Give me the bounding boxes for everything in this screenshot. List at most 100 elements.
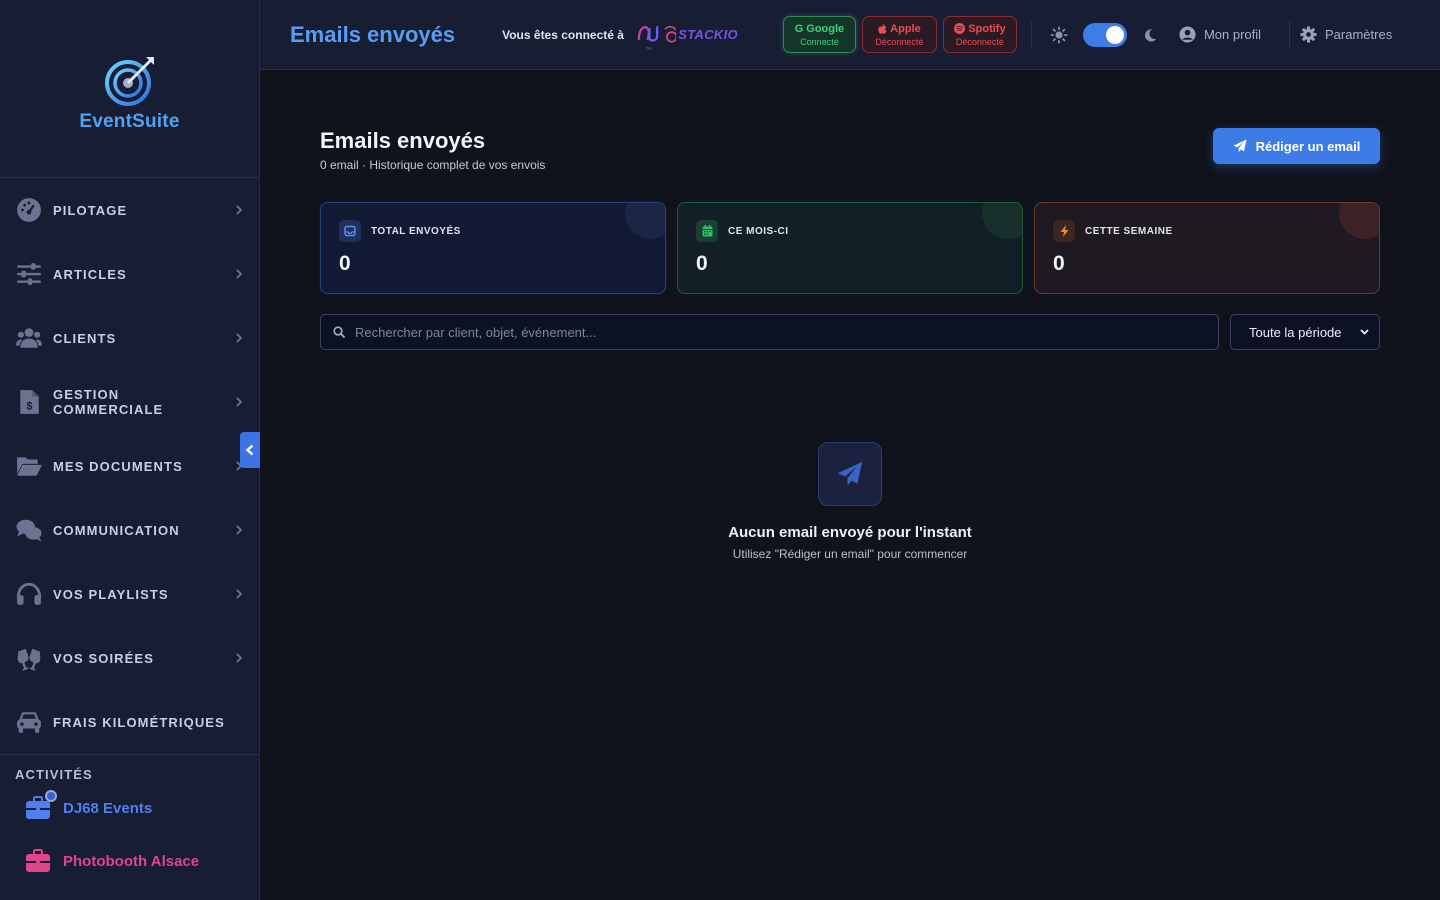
gauge-icon: [15, 196, 43, 224]
profile-button[interactable]: Mon profil: [1179, 26, 1261, 43]
svg-text:NU: NU: [647, 46, 653, 50]
spotify-connection-button[interactable]: Spotify Déconnecté: [942, 16, 1017, 53]
empty-state-icon-box: [818, 442, 882, 506]
stat-label: TOTAL ENVOYÉS: [371, 225, 461, 237]
sidebar-item-clients[interactable]: CLIENTS: [0, 306, 259, 370]
sidebar-item-vos-playlists[interactable]: VOS PLAYLISTS: [0, 562, 259, 626]
page-heading: Emails envoyés: [290, 21, 456, 47]
settings-button[interactable]: Paramètres: [1289, 21, 1393, 48]
compose-email-label: Rédiger un email: [1255, 138, 1361, 154]
stat-value: 0: [339, 252, 351, 275]
service-name: Google: [806, 22, 845, 35]
filters-row: Toute la période: [320, 314, 1380, 350]
sidebar-item-label: VOS SOIRÉES: [53, 650, 154, 666]
car-icon: [15, 708, 43, 736]
chevron-left-icon: [245, 444, 254, 456]
chevron-right-icon: [233, 394, 245, 410]
sidebar-item-frais-kilometriques[interactable]: FRAIS KILOMÉTRIQUES: [0, 690, 259, 754]
period-select[interactable]: Toute la période: [1230, 314, 1380, 350]
partner-logo-icon: NU: [637, 25, 659, 50]
partner-logo-text: STACKIO: [678, 27, 738, 42]
calendar-icon: [696, 220, 718, 242]
users-icon: [15, 324, 43, 352]
sidebar-item-label: FRAIS KILOMÉTRIQUES: [53, 714, 225, 730]
sidebar-collapse-button[interactable]: [240, 432, 260, 468]
stats-row: TOTAL ENVOYÉS 0 CE MOIS-CI 0 CETTE SEMAI…: [320, 202, 1380, 294]
period-select-value: Toute la période: [1249, 324, 1342, 340]
stat-value: 0: [696, 252, 708, 275]
empty-state-title: Aucun email envoyé pour l'instant: [728, 524, 972, 541]
sidebar-item-label: PILOTAGE: [53, 202, 128, 218]
activity-photobooth-alsace[interactable]: Photobooth Alsace: [15, 835, 244, 888]
activity-label: DJ68 Events: [63, 800, 153, 817]
sidebar-item-label: GESTION COMMERCIALE: [53, 387, 164, 417]
dark-mode-toggle[interactable]: [1082, 22, 1127, 47]
page-header: Emails envoyés 0 email · Historique comp…: [320, 128, 1380, 172]
sidebar-nav: PILOTAGE ARTICLES CLIENTS $ GESTION COMM…: [0, 178, 259, 754]
sidebar-item-communication[interactable]: COMMUNICATION: [0, 498, 259, 562]
connected-text: Vous êtes connecté à: [502, 27, 624, 42]
apple-icon: [878, 23, 887, 34]
app-name: EventSuite: [79, 110, 180, 132]
sidebar-item-gestion-commerciale[interactable]: $ GESTION COMMERCIALE: [0, 370, 259, 434]
sidebar-item-pilotage[interactable]: PILOTAGE: [0, 178, 259, 242]
stat-card-total: TOTAL ENVOYÉS 0: [320, 202, 666, 294]
service-connections: G Google Connecté Apple Déconnecté Spotif…: [782, 16, 1017, 53]
logo-mark-icon: [104, 56, 154, 106]
apple-connection-button[interactable]: Apple Déconnecté: [861, 16, 937, 53]
chevron-right-icon: [233, 586, 245, 602]
sidebar-item-label: COMMUNICATION: [53, 522, 180, 538]
sidebar-item-vos-soirees[interactable]: VOS SOIRÉES: [0, 626, 259, 690]
stat-card-month: CE MOIS-CI 0: [677, 202, 1023, 294]
service-status: Déconnecté: [875, 36, 924, 47]
chevron-right-icon: [233, 330, 245, 346]
search-icon: [333, 326, 345, 338]
chevron-right-icon: [233, 202, 245, 218]
sidebar-item-label: MES DOCUMENTS: [53, 458, 183, 474]
service-name: Spotify: [968, 22, 1006, 35]
service-status: Déconnecté: [955, 36, 1004, 47]
moon-icon[interactable]: [1143, 28, 1157, 42]
activity-dj68-events[interactable]: DJ68 Events: [15, 782, 244, 835]
toggle-knob: [1105, 25, 1124, 44]
search-box: [320, 314, 1219, 350]
profile-label: Mon profil: [1203, 27, 1262, 42]
divider: [1030, 21, 1032, 48]
comments-icon: [15, 516, 43, 544]
sidebar-item-label: ARTICLES: [53, 266, 127, 282]
stat-label: CETTE SEMAINE: [1085, 225, 1173, 237]
partner-logos: NU STACKIO: [636, 17, 738, 53]
briefcase-icon: [25, 848, 51, 875]
sidebar-item-mes-documents[interactable]: MES DOCUMENTS: [0, 434, 259, 498]
stat-value: 0: [1053, 252, 1065, 275]
chevron-right-icon: [233, 650, 245, 666]
activities-section: ACTIVITÉS DJ68 Events Photobooth Alsace: [0, 754, 259, 888]
svg-text:$: $: [27, 401, 33, 413]
top-bar: Emails envoyés Vous êtes connecté à NU S…: [260, 0, 1440, 70]
empty-state-subtitle: Utilisez "Rédiger un email" pour commenc…: [732, 547, 968, 561]
search-input[interactable]: [355, 324, 1218, 340]
app-logo[interactable]: EventSuite: [0, 0, 259, 178]
sun-icon[interactable]: [1050, 25, 1068, 44]
folder-open-icon: [15, 452, 43, 480]
sidebar-item-articles[interactable]: ARTICLES: [0, 242, 259, 306]
service-name: Apple: [890, 22, 921, 35]
chevron-down-icon: [1360, 329, 1369, 335]
user-circle-icon: [1179, 26, 1196, 43]
inbox-icon: [339, 220, 361, 242]
briefcase-icon: [25, 789, 57, 822]
chevron-right-icon: [233, 266, 245, 282]
page-subtitle: 0 email · Historique complet de vos envo…: [320, 158, 546, 172]
active-indicator: [45, 789, 57, 802]
spotify-icon: [954, 23, 966, 34]
invoice-dollar-icon: $: [15, 388, 43, 416]
compose-email-button[interactable]: Rédiger un email: [1213, 128, 1380, 164]
stat-label: CE MOIS-CI: [728, 225, 789, 237]
google-connection-button[interactable]: G Google Connecté: [782, 16, 856, 53]
glass-cheers-icon: [15, 644, 43, 672]
paper-plane-icon: [837, 461, 863, 486]
sidebar-item-label: CLIENTS: [53, 330, 117, 346]
page-title: Emails envoyés: [320, 128, 486, 153]
paper-plane-icon: [1233, 139, 1247, 153]
settings-label: Paramètres: [1325, 27, 1393, 42]
